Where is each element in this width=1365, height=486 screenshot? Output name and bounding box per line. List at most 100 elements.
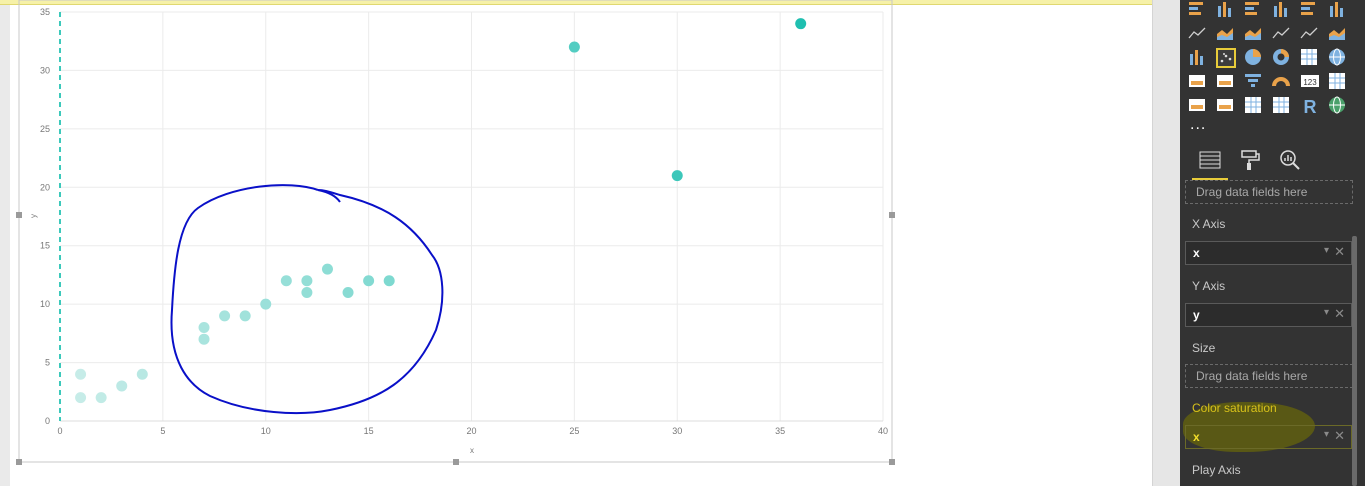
gauge-icon[interactable] (1272, 72, 1292, 92)
resize-handle-bottom-left (16, 459, 22, 465)
ribbon-chart-icon-glyph (1329, 28, 1345, 40)
y-axis-well-label: Y Axis (1192, 279, 1226, 293)
scatter-chart-icon-glyph (1220, 53, 1232, 63)
chevron-down-icon[interactable]: ▾ (1324, 245, 1329, 256)
x-tick-label: 30 (672, 426, 682, 436)
pie-chart-icon[interactable] (1244, 48, 1264, 68)
line-clustered-column-icon[interactable] (1300, 24, 1320, 44)
more-visuals-button[interactable]: ... (1190, 116, 1206, 134)
chevron-down-icon[interactable]: ▾ (1324, 307, 1329, 318)
x-axis-well[interactable]: x ▾ ✕ (1185, 241, 1352, 265)
globe-icon[interactable] (1328, 96, 1348, 116)
x-axis-field-name: x (1193, 246, 1200, 260)
scatter-point (321, 263, 333, 275)
card-icon[interactable]: 123 (1300, 72, 1320, 92)
scatter-point (116, 380, 128, 392)
stacked-column-icon[interactable] (1216, 0, 1236, 20)
color-saturation-field-name: x (1193, 430, 1200, 444)
slicer-icon[interactable] (1216, 96, 1236, 116)
line-chart-icon[interactable] (1188, 24, 1208, 44)
y-tick-label: 15 (40, 241, 50, 251)
resize-handle-bottom-right (889, 459, 895, 465)
funnel-icon-glyph (1245, 74, 1261, 87)
y-axis-title: y (29, 214, 38, 218)
card-icon-glyph: 123 (1301, 75, 1319, 87)
fields-tab[interactable] (1192, 142, 1228, 180)
waterfall-icon-glyph (1190, 50, 1203, 65)
close-icon[interactable]: ✕ (1334, 428, 1345, 444)
svg-text:R: R (1304, 97, 1317, 116)
100pct-bar-icon-glyph (1301, 2, 1315, 15)
line-clustered-column-icon-glyph (1300, 27, 1318, 39)
stacked-bar-icon-glyph (1189, 2, 1203, 15)
format-tab[interactable] (1232, 142, 1268, 178)
scatter-point (671, 170, 683, 182)
chart-gridlines (60, 11, 884, 422)
map-icon[interactable] (1328, 48, 1348, 68)
treemap-icon[interactable] (1300, 48, 1320, 68)
multi-row-card-icon[interactable] (1328, 72, 1348, 92)
size-well[interactable]: Drag data fields here (1185, 364, 1353, 388)
size-well-label: Size (1192, 341, 1216, 355)
table-icon[interactable] (1244, 96, 1264, 116)
globe-icon-glyph (1329, 96, 1345, 114)
chart-tick-labels: 0 5 10 15 20 25 30 35 40 0 5 10 15 20 25 30 35 (40, 7, 888, 436)
scatter-visual[interactable]: 0 5 10 15 20 25 30 35 40 0 5 10 15 20 25 30 35 x y (0, 0, 1152, 486)
area-chart-icon-glyph (1217, 28, 1233, 40)
pane-scrollbar[interactable] (1352, 236, 1357, 486)
chevron-down-icon[interactable]: ▾ (1324, 429, 1329, 440)
line-chart-icon-glyph (1188, 27, 1206, 39)
multi-row-card-icon-glyph (1329, 73, 1345, 89)
line-column-icon[interactable] (1272, 24, 1292, 44)
y-tick-label: 0 (45, 416, 50, 426)
resize-handle-bottom (453, 459, 459, 465)
x-tick-label: 15 (364, 426, 374, 436)
close-icon[interactable]: ✕ (1334, 306, 1345, 322)
waterfall-icon[interactable] (1188, 48, 1208, 68)
clustered-column-icon[interactable] (1272, 0, 1292, 20)
analytics-tab[interactable] (1272, 142, 1308, 178)
scatter-point (198, 333, 210, 345)
x-tick-label: 20 (466, 426, 476, 436)
donut-chart-icon[interactable] (1272, 48, 1292, 68)
resize-handle-right (889, 212, 895, 218)
x-axis-well-label: X Axis (1192, 217, 1226, 231)
clustered-bar-icon[interactable] (1244, 0, 1264, 20)
filled-map-icon[interactable] (1188, 72, 1208, 92)
x-tick-label: 40 (878, 426, 888, 436)
close-icon[interactable]: ✕ (1334, 244, 1345, 260)
shape-map-icon-glyph (1217, 75, 1233, 87)
y-tick-label: 25 (40, 124, 50, 134)
map-icon-glyph (1329, 48, 1345, 66)
y-tick-label: 10 (40, 299, 50, 309)
scatter-point (75, 368, 87, 380)
visual-border (18, 0, 893, 463)
matrix-icon[interactable] (1272, 96, 1292, 116)
area-chart-icon[interactable] (1216, 24, 1236, 44)
100pct-bar-icon[interactable] (1300, 0, 1320, 20)
treemap-icon-glyph (1301, 49, 1317, 65)
funnel-icon[interactable] (1244, 72, 1264, 92)
100pct-column-icon-glyph (1330, 2, 1343, 17)
visual-frame (16, 0, 895, 465)
x-tick-label: 10 (261, 426, 271, 436)
stacked-bar-icon[interactable] (1188, 0, 1208, 20)
ribbon-chart-icon[interactable] (1328, 24, 1348, 44)
paint-roller-icon (1241, 150, 1260, 170)
r-visual-icon[interactable]: R (1300, 96, 1320, 117)
y-axis-well[interactable]: y ▾ ✕ (1185, 303, 1352, 327)
scatter-chart-icon[interactable] (1216, 48, 1236, 68)
x-tick-label: 35 (775, 426, 785, 436)
scatter-point (95, 392, 107, 404)
kpi-icon[interactable] (1188, 96, 1208, 116)
color-saturation-well[interactable]: x ▾ ✕ (1185, 425, 1352, 449)
scatter-point (795, 18, 807, 30)
fields-grid-icon (1199, 151, 1221, 169)
100pct-column-icon[interactable] (1328, 0, 1348, 20)
y-tick-label: 35 (40, 7, 50, 17)
shape-map-icon[interactable] (1216, 72, 1236, 92)
scatter-point (280, 275, 292, 287)
stacked-area-icon[interactable] (1244, 24, 1264, 44)
y-axis-field-name: y (1193, 308, 1200, 322)
details-well[interactable]: Drag data fields here (1185, 180, 1353, 204)
